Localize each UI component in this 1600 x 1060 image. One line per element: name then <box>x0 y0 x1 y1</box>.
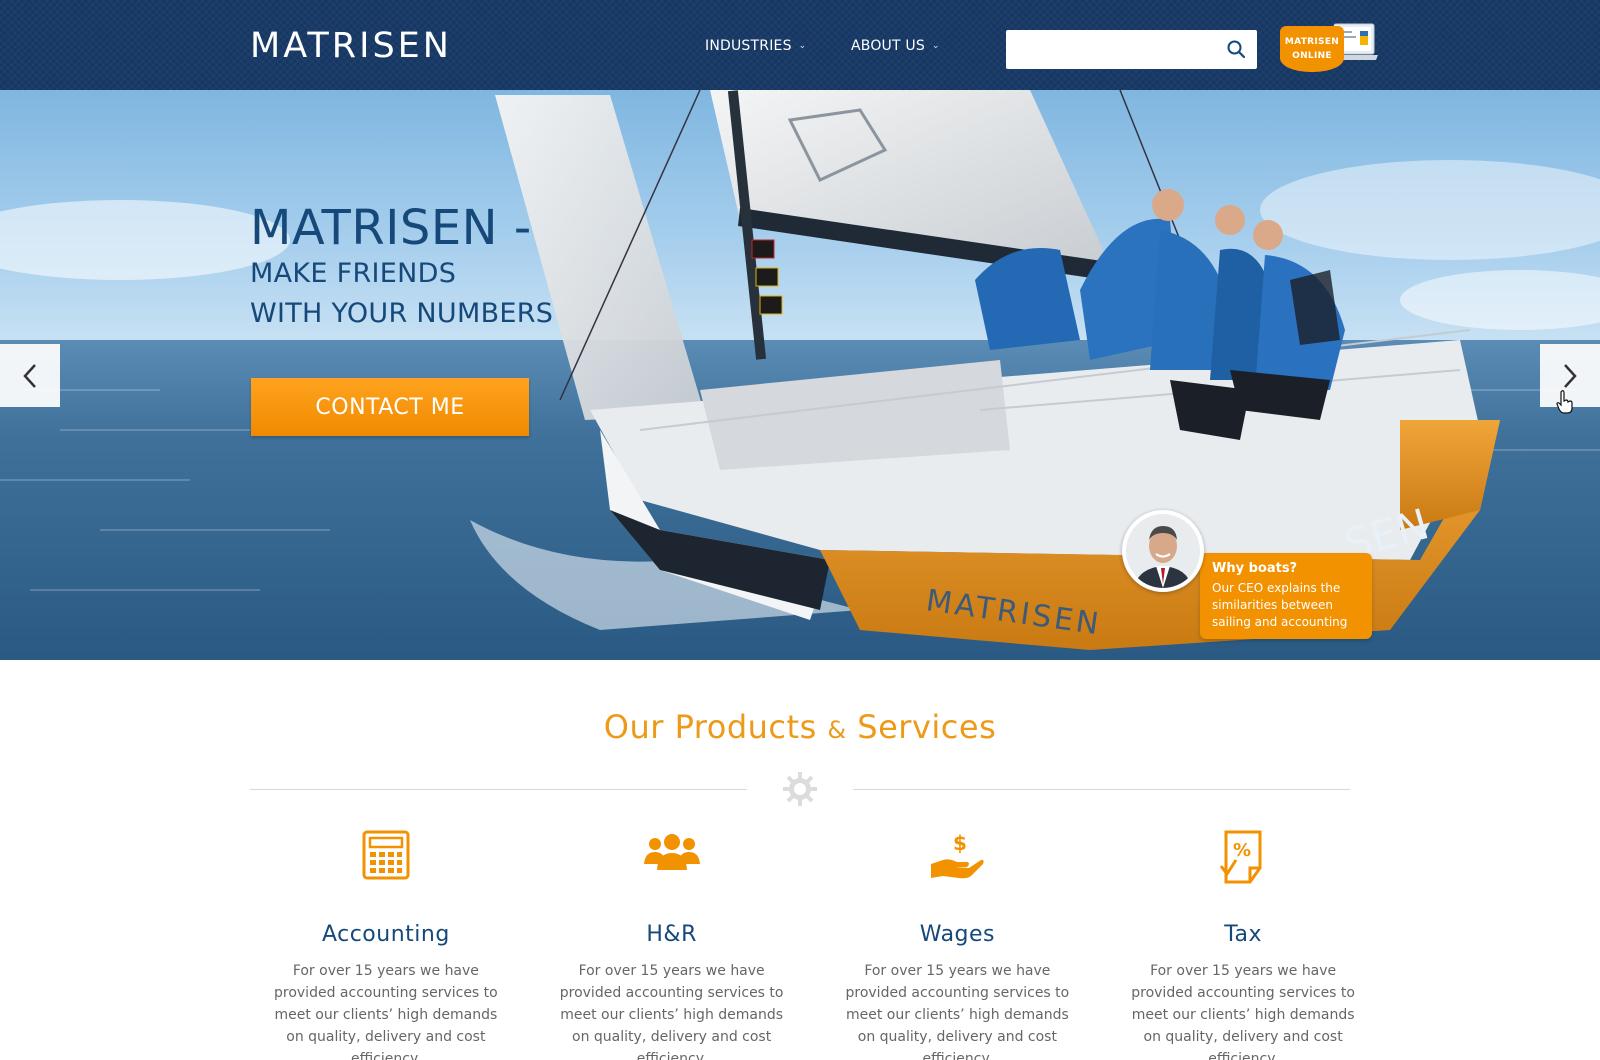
service-hr[interactable]: H&R For over 15 years we have provided a… <box>529 830 815 1060</box>
hero-slider: MATRISEN SEN MATRISEN - MAKE FRIENDS WIT… <box>0 90 1600 660</box>
nav-industries-label: INDUSTRIES <box>705 38 792 54</box>
search-box <box>1006 30 1257 69</box>
hero-subtitle-line1: MAKE FRIENDS <box>250 258 457 289</box>
svg-text:$: $ <box>953 831 967 855</box>
bubble-title: Why boats? <box>1212 561 1298 576</box>
nav-industries[interactable]: INDUSTRIES ⌄ <box>705 38 806 54</box>
chevron-down-icon: ⌄ <box>931 41 940 51</box>
site-logo[interactable]: MATRISEN <box>250 26 452 66</box>
divider-left <box>250 789 747 790</box>
hero-title: MATRISEN - <box>250 200 532 256</box>
search-input[interactable] <box>1006 30 1206 69</box>
section-title-part2: Services <box>857 708 997 746</box>
online-badge: MATRISEN ONLINE <box>1280 26 1344 72</box>
service-title: H&R <box>646 922 697 947</box>
svg-text:%: % <box>1233 840 1251 861</box>
nav-about-label: ABOUT US <box>851 38 925 54</box>
service-description: For over 15 years we have provided accou… <box>559 963 784 1060</box>
ceo-avatar[interactable] <box>1122 510 1204 592</box>
service-title: Accounting <box>321 922 450 947</box>
services-list: Accounting For over 15 years we have pro… <box>243 830 1386 1060</box>
search-icon[interactable] <box>1226 39 1246 59</box>
why-boats-bubble[interactable]: Why boats? Our CEO explains the similari… <box>1200 553 1372 639</box>
section-title: Our Products & Services <box>0 708 1600 746</box>
tax-document-icon: % <box>1220 830 1262 884</box>
logo-text: MATRISEN <box>250 26 452 66</box>
service-description: For over 15 years we have provided accou… <box>845 963 1070 1060</box>
money-hand-icon: $ <box>931 831 985 879</box>
service-description: For over 15 years we have provided accou… <box>1131 963 1355 1060</box>
bubble-body: Our CEO explains the similarities betwee… <box>1212 581 1348 629</box>
service-title: Wages <box>919 922 996 947</box>
service-wages[interactable]: $ Wages For over 15 years we have provid… <box>815 830 1101 1060</box>
section-title-part1: Our Products <box>603 708 817 746</box>
chevron-left-icon <box>23 363 36 388</box>
service-accounting[interactable]: Accounting For over 15 years we have pro… <box>243 830 529 1060</box>
online-badge-line1: MATRISEN <box>1284 37 1340 47</box>
gear-icon <box>783 772 817 806</box>
slider-prev-button[interactable] <box>0 344 60 407</box>
avatar <box>1126 514 1200 588</box>
divider-right <box>853 789 1350 790</box>
chevron-right-icon <box>1564 363 1577 388</box>
people-icon <box>643 834 700 870</box>
service-description: For over 15 years we have provided accou… <box>274 963 498 1060</box>
service-tax[interactable]: % Tax For over 15 years we have provided… <box>1100 830 1386 1060</box>
service-title: Tax <box>1224 922 1263 947</box>
nav-about-us[interactable]: ABOUT US ⌄ <box>851 38 940 54</box>
hero-subtitle-line2: WITH YOUR NUMBERS <box>250 298 554 329</box>
calculator-icon <box>362 830 410 880</box>
matrisen-online-link[interactable]: MATRISEN ONLINE <box>1280 22 1388 76</box>
hand-cursor-icon <box>1556 390 1573 414</box>
chevron-down-icon: ⌄ <box>798 41 807 51</box>
contact-me-button[interactable]: CONTACT ME <box>251 378 529 436</box>
section-title-amp: & <box>827 716 847 744</box>
site-header: MATRISEN SERVICES ⌄ INDUSTRIES ⌄ ABOUT U… <box>0 0 1600 884</box>
online-badge-line2: ONLINE <box>1292 51 1332 61</box>
